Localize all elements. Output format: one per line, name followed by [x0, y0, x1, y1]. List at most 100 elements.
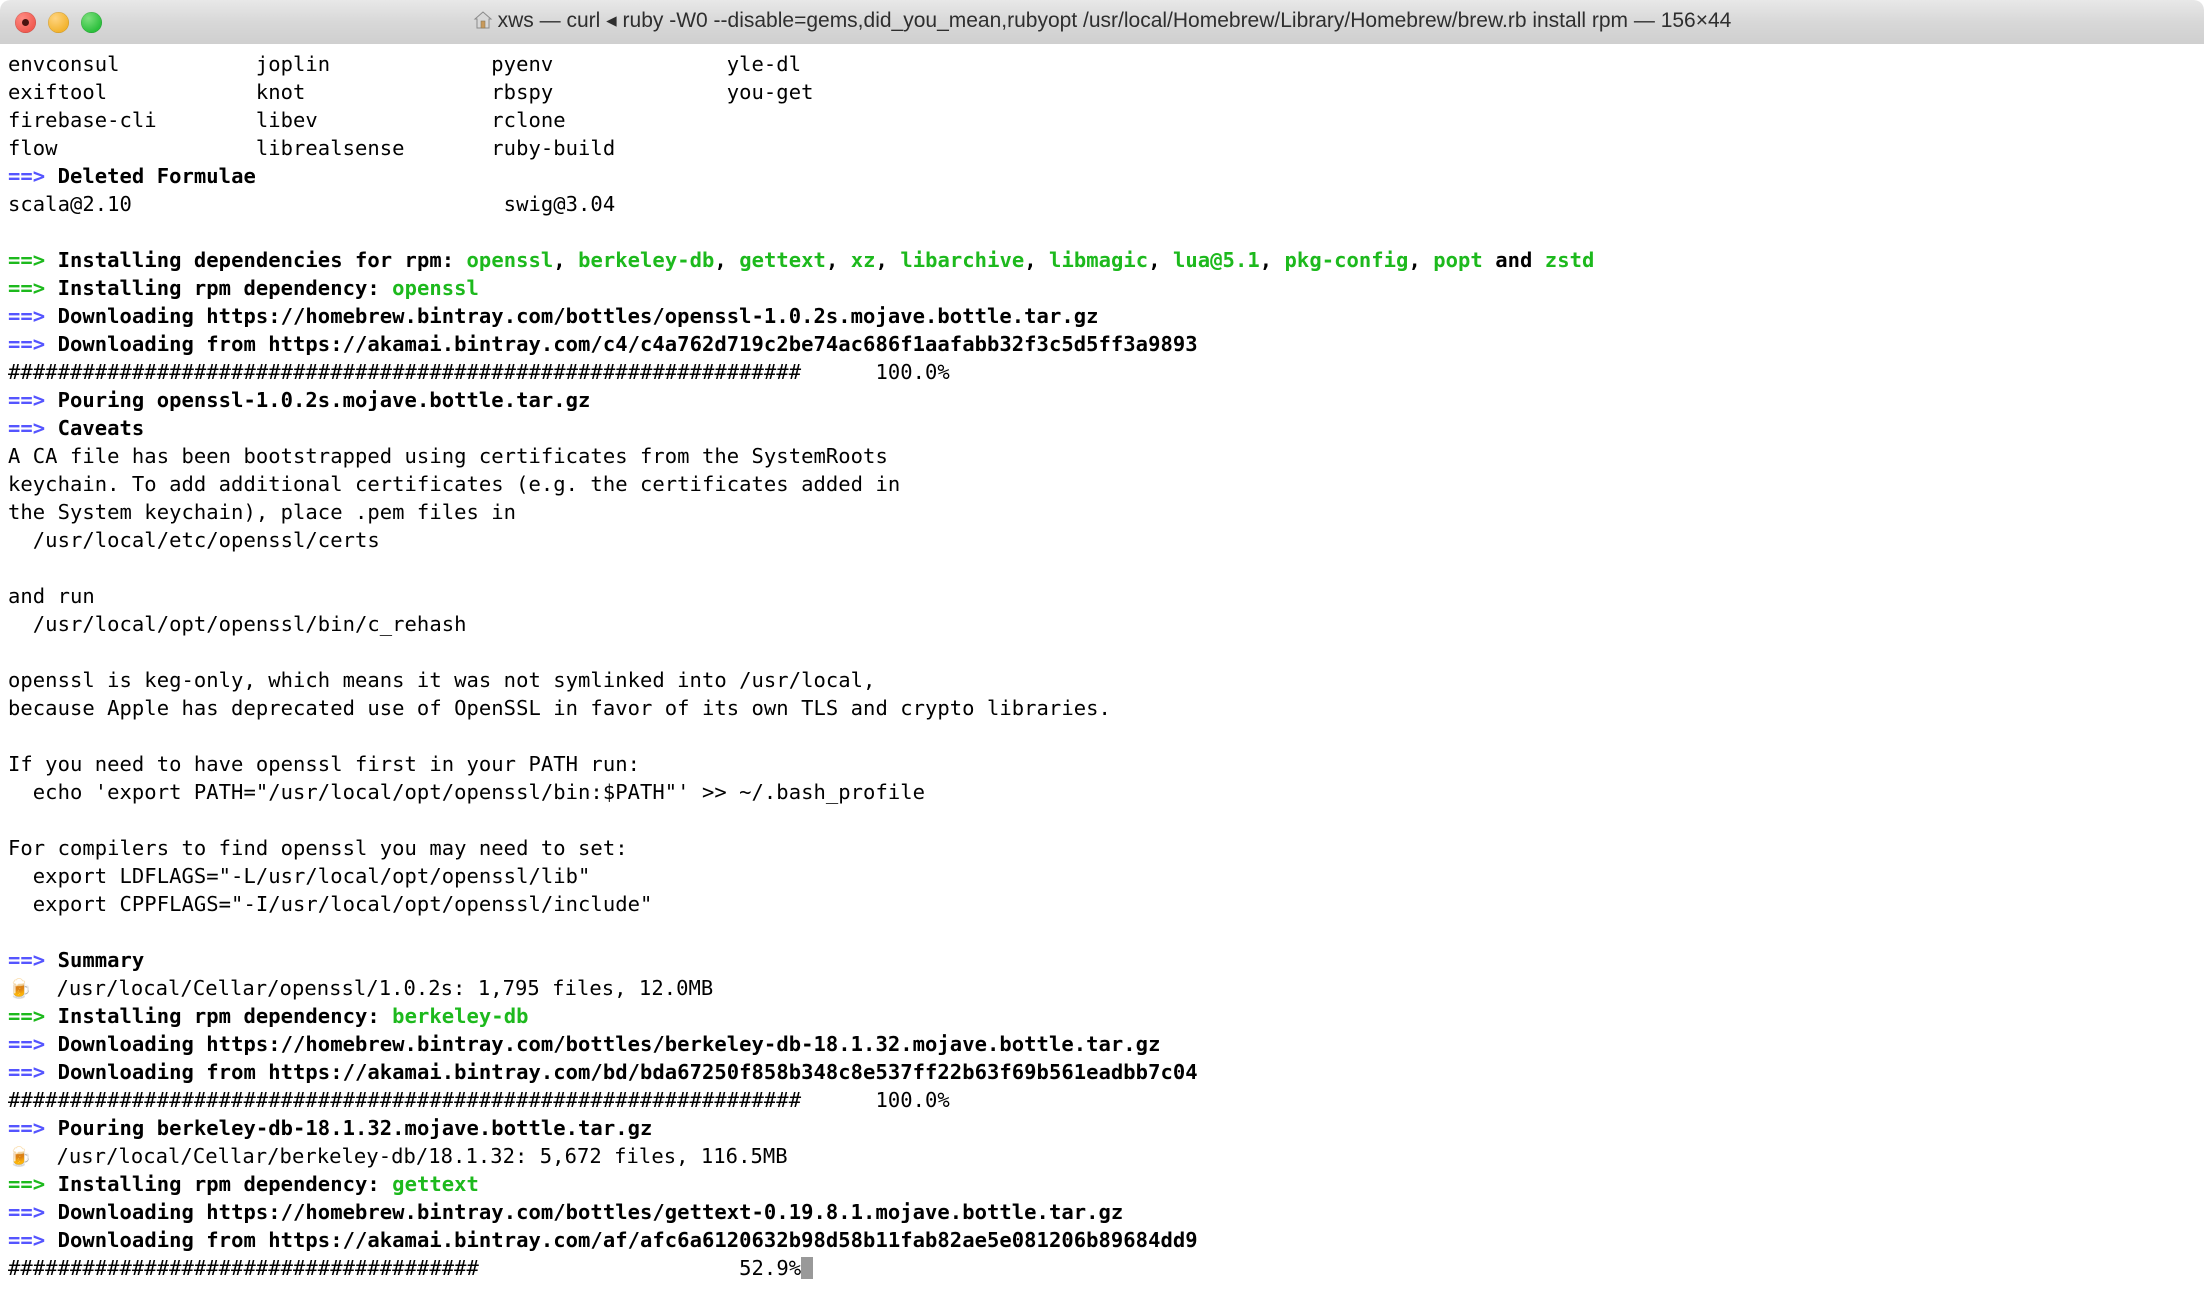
arrow-prefix-icon: ==> — [8, 276, 46, 300]
output-text-line: export CPPFLAGS="-I/usr/local/opt/openss… — [8, 892, 653, 916]
output-blank-line — [8, 722, 2204, 750]
output-notice-line: ==> Downloading from https://akamai.bint… — [8, 1226, 2204, 1254]
install-label: Installing rpm dependency: — [45, 276, 393, 300]
output-text-line: keychain. To add additional certificates… — [8, 472, 901, 496]
arrow-prefix-icon: ==> — [8, 1200, 46, 1224]
dependency-name: lua@5.1 — [1172, 248, 1260, 272]
install-label: Installing rpm dependency: — [45, 1004, 393, 1028]
output-notice-line: ==> Summary — [8, 946, 2204, 974]
minimize-button[interactable] — [48, 11, 69, 33]
output-notice-line: ==> Pouring berkeley-db-18.1.32.mojave.b… — [8, 1114, 2204, 1142]
output-text-line: /usr/local/etc/openssl/certs — [8, 528, 380, 552]
output-text-line: echo 'export PATH="/usr/local/opt/openss… — [8, 780, 926, 804]
output-text-line: If you need to have openssl first in you… — [8, 752, 640, 776]
formula-column-row: exiftool knot rbspy you-get — [8, 80, 814, 104]
notice-text: Downloading from https://akamai.bintray.… — [45, 1228, 1198, 1252]
arrow-prefix-icon: ==> — [8, 948, 46, 972]
arrow-prefix-icon: ==> — [8, 416, 46, 440]
dependency-name: zstd — [1544, 248, 1595, 272]
output-notice-line: ==> Pouring openssl-1.0.2s.mojave.bottle… — [8, 386, 2204, 414]
arrow-prefix-icon: ==> — [8, 332, 46, 356]
notice-text: Downloading https://homebrew.bintray.com… — [45, 1200, 1124, 1224]
arrow-prefix-icon: ==> — [8, 304, 46, 328]
arrow-prefix-icon: ==> — [8, 248, 46, 272]
notice-text: Downloading from https://akamai.bintray.… — [45, 1060, 1198, 1084]
output-install-dependency-line: ==> Installing rpm dependency: berkeley-… — [8, 1002, 2204, 1030]
output-summary-line: 🍺 /usr/local/Cellar/berkeley-db/18.1.32:… — [8, 1142, 2204, 1170]
output-text-line: the System keychain), place .pem files i… — [8, 500, 517, 524]
notice-text: Pouring openssl-1.0.2s.mojave.bottle.tar… — [45, 388, 591, 412]
progress-bar: ########################################… — [8, 360, 802, 384]
dependency-name: libmagic — [1049, 248, 1149, 272]
download-progress-line: ########################################… — [8, 1086, 2204, 1114]
output-blank-line — [8, 806, 2204, 834]
notice-text: Deleted Formulae — [45, 164, 256, 188]
progress-percent: 100.0% — [875, 360, 950, 384]
output-notice-line: ==> Downloading from https://akamai.bint… — [8, 330, 2204, 358]
notice-text: Downloading https://homebrew.bintray.com… — [45, 304, 1099, 328]
text-cursor — [801, 1257, 814, 1279]
terminal-window: xws — curl ◂ ruby -W0 --disable=gems,did… — [0, 0, 2204, 1290]
output-blank-line — [8, 638, 2204, 666]
notice-text: Summary — [45, 948, 145, 972]
arrow-prefix-icon: ==> — [8, 388, 46, 412]
arrow-prefix-icon: ==> — [8, 1004, 46, 1028]
notice-text: Downloading https://homebrew.bintray.com… — [45, 1032, 1161, 1056]
output-notice-line: ==> Downloading https://homebrew.bintray… — [8, 302, 2204, 330]
formula-name: berkeley-db — [392, 1004, 529, 1028]
output-summary-line: 🍺 /usr/local/Cellar/openssl/1.0.2s: 1,79… — [8, 974, 2204, 1002]
output-text-line: export LDFLAGS="-L/usr/local/opt/openssl… — [8, 864, 591, 888]
deps-label: Installing dependencies for rpm: — [45, 248, 467, 272]
output-notice-line: ==> Downloading https://homebrew.bintray… — [8, 1198, 2204, 1226]
output-notice-line: ==> Deleted Formulae — [8, 162, 2204, 190]
summary-text: /usr/local/Cellar/openssl/1.0.2s: 1,795 … — [31, 976, 714, 1000]
dependency-name: popt — [1433, 248, 1483, 272]
formula-column-row: firebase-cli libev rclone — [8, 108, 727, 132]
window-titlebar[interactable]: xws — curl ◂ ruby -W0 --disable=gems,did… — [0, 0, 2204, 45]
arrow-prefix-icon: ==> — [8, 1116, 46, 1140]
terminal-output[interactable]: envconsul joplin pyenv yle-dl exiftool kn… — [0, 44, 2204, 1290]
notice-text: Pouring berkeley-db-18.1.32.mojave.bottl… — [45, 1116, 653, 1140]
output-blank-line — [8, 918, 2204, 946]
dependency-name: openssl — [466, 248, 554, 272]
progress-bar: ########################################… — [8, 1088, 802, 1112]
arrow-prefix-icon: ==> — [8, 164, 46, 188]
window-controls — [0, 11, 102, 33]
summary-text: /usr/local/Cellar/berkeley-db/18.1.32: 5… — [31, 1144, 788, 1168]
notice-text: Downloading from https://akamai.bintray.… — [45, 332, 1198, 356]
output-notice-line: ==> Caveats — [8, 414, 2204, 442]
output-text-line: For compilers to find openssl you may ne… — [8, 836, 628, 860]
deps-conjunction: and — [1482, 248, 1545, 272]
home-icon — [473, 10, 493, 36]
output-text-line: /usr/local/opt/openssl/bin/c_rehash — [8, 612, 467, 636]
arrow-prefix-icon: ==> — [8, 1032, 46, 1056]
output-text-line: openssl is keg-only, which means it was … — [8, 668, 876, 692]
install-label: Installing rpm dependency: — [45, 1172, 393, 1196]
output-blank-line — [8, 218, 2204, 246]
download-progress-line-active: ###################################### 5… — [8, 1254, 2204, 1282]
dependency-name: pkg-config — [1284, 248, 1409, 272]
formula-name: gettext — [392, 1172, 479, 1196]
arrow-prefix-icon: ==> — [8, 1060, 46, 1084]
progress-percent: 100.0% — [875, 1088, 950, 1112]
zoom-button[interactable] — [81, 11, 102, 33]
window-title-text: xws — curl ◂ ruby -W0 --disable=gems,did… — [497, 9, 1732, 32]
deleted-formula-row: scala@2.10 swig@3.04 — [8, 192, 616, 216]
download-progress-line: ########################################… — [8, 358, 2204, 386]
beer-mug-icon: 🍺 — [8, 1146, 32, 1168]
output-text-line: and run — [8, 584, 95, 608]
formula-column-row: envconsul joplin pyenv yle-dl — [8, 52, 802, 76]
output-text-line: A CA file has been bootstrapped using ce… — [8, 444, 888, 468]
notice-text: Caveats — [45, 416, 145, 440]
formula-column-row: flow librealsense ruby-build — [8, 136, 727, 160]
dependency-name: gettext — [739, 248, 826, 272]
output-install-dependency-line: ==> Installing rpm dependency: openssl — [8, 274, 2204, 302]
output-install-dependencies-line: ==> Installing dependencies for rpm: ope… — [8, 248, 1595, 272]
output-install-dependency-line: ==> Installing rpm dependency: gettext — [8, 1170, 2204, 1198]
dependency-name: libarchive — [900, 248, 1025, 272]
arrow-prefix-icon: ==> — [8, 1228, 46, 1252]
close-button[interactable] — [15, 11, 36, 33]
output-blank-line — [8, 554, 2204, 582]
arrow-prefix-icon: ==> — [8, 1172, 46, 1196]
dependency-name: xz — [850, 248, 876, 272]
